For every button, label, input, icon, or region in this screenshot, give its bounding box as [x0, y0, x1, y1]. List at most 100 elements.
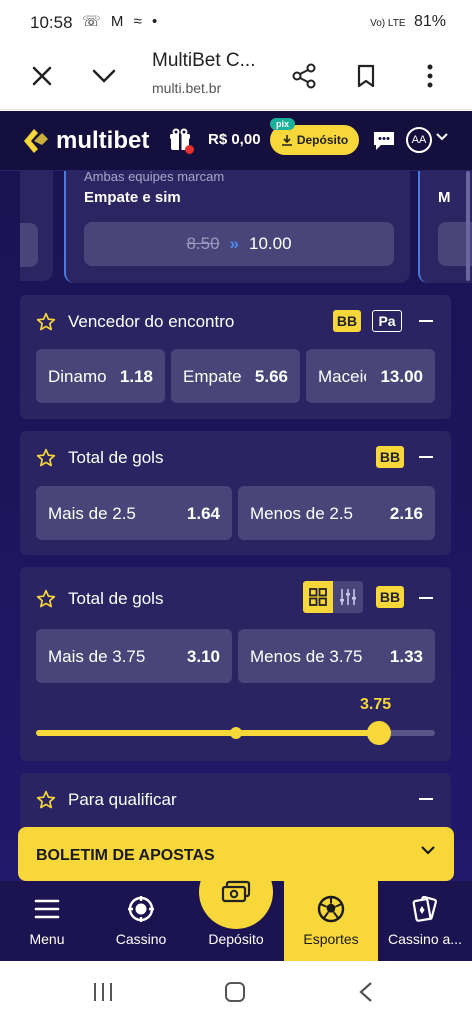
share-icon	[292, 63, 316, 89]
outcome-button[interactable]: Maceió 13.00	[306, 349, 435, 403]
market-panel: Total de gols BB Mais de 2.5 1.64 Menos …	[20, 431, 451, 555]
carousel-card-prev[interactable]	[20, 171, 53, 281]
outcome-name: Empate	[183, 367, 242, 386]
star-icon[interactable]	[36, 448, 56, 468]
outcome-button[interactable]: Empate 5.66	[171, 349, 300, 403]
slider-step-marker[interactable]	[229, 727, 242, 739]
back-icon[interactable]	[358, 981, 374, 1003]
grid-icon	[309, 588, 327, 606]
market-header[interactable]: Total de gols	[36, 448, 163, 468]
money-icon	[221, 880, 251, 903]
bookmark-icon	[357, 64, 375, 88]
market-header[interactable]: Total de gols	[36, 589, 163, 609]
cards-icon	[412, 895, 438, 922]
status-bar: 10:58 ☏ M ≈ • Vo) LTE 81%	[0, 0, 472, 46]
battery-level: 81%	[413, 13, 446, 30]
bookmark-button[interactable]	[344, 54, 388, 98]
brand-logo[interactable]: multibet	[20, 125, 149, 157]
page-title: MultiBet C...	[152, 50, 256, 71]
collapse-button[interactable]	[419, 456, 433, 458]
star-icon[interactable]	[36, 589, 56, 609]
browser-toolbar: MultiBet C... multi.bet.br	[0, 46, 472, 110]
nav-menu[interactable]: Menu	[0, 881, 94, 961]
carousel-card-next[interactable]: M	[418, 171, 472, 283]
close-tab-button[interactable]	[20, 54, 64, 98]
more-options-button[interactable]	[408, 54, 452, 98]
network-label: Vo) LTE	[370, 18, 406, 29]
outcome-odd: 1.64	[186, 504, 220, 523]
app-header: multibet R$ 0,00 Depósito pix AA	[0, 111, 472, 171]
outcome-name: Menos de 2.5	[250, 504, 354, 523]
collapse-button[interactable]	[419, 320, 433, 322]
user-avatar[interactable]: AA	[406, 127, 432, 153]
nav-cassino[interactable]: Cassino	[94, 881, 188, 961]
soccer-ball-icon	[317, 895, 345, 923]
chevron-down-icon[interactable]	[436, 133, 448, 141]
nav-esportes[interactable]: Esportes	[284, 881, 378, 961]
outcome-name: Mais de 3.75	[48, 647, 146, 666]
slider-view-button[interactable]	[333, 581, 363, 613]
status-time: 10:58	[30, 13, 73, 32]
page-url[interactable]: multi.bet.br	[152, 80, 221, 96]
brand-name: multibet	[56, 127, 150, 154]
deposit-fab[interactable]	[199, 855, 273, 929]
outcome-odd: 5.66	[254, 367, 288, 386]
casino-chip-icon	[128, 896, 154, 922]
promotions-button[interactable]	[168, 128, 194, 154]
collapse-button[interactable]	[419, 798, 433, 800]
page-scrollbar[interactable]	[466, 171, 470, 281]
nav-label: Cassino a...	[388, 931, 462, 947]
outcome-name: Mais de 2.5	[48, 504, 136, 523]
market-header[interactable]: Para qualificar	[36, 790, 177, 810]
market-title: Para qualificar	[68, 790, 177, 809]
goal-line-slider[interactable]	[36, 721, 435, 745]
share-button[interactable]	[282, 54, 326, 98]
star-icon[interactable]	[36, 312, 56, 332]
outcome-button[interactable]: Mais de 2.5 1.64	[36, 486, 232, 540]
outcome-button[interactable]: Menos de 2.5 2.16	[238, 486, 435, 540]
nav-label: Depósito	[208, 931, 264, 947]
collapse-button[interactable]	[419, 597, 433, 599]
bet-builder-badge[interactable]: BB	[376, 586, 404, 608]
carousel-market-label: Ambas equipes marcam	[84, 169, 225, 184]
nav-label: Menu	[29, 931, 65, 947]
bet-builder-badge[interactable]: BB	[333, 310, 361, 332]
nav-label: Esportes	[303, 931, 359, 947]
outcome-name: Maceió	[318, 367, 366, 386]
balance-amount[interactable]: R$ 0,00	[208, 131, 261, 148]
outcome-button[interactable]: Menos de 3.75 1.33	[238, 629, 435, 683]
market-title: Total de gols	[68, 589, 164, 608]
chevron-down-icon	[421, 846, 435, 855]
slider-handle[interactable]	[367, 721, 392, 745]
bottom-navigation: Menu Cassino Depósito Esportes Cassino a…	[0, 855, 472, 961]
chat-button[interactable]	[372, 128, 396, 152]
outcome-button[interactable]: Mais de 3.75 3.10	[36, 629, 232, 683]
market-header[interactable]: Vencedor do encontro	[36, 312, 234, 332]
boosted-odd-button[interactable]: 8.50 » 10.00	[84, 222, 394, 266]
pix-badge: pix	[270, 118, 296, 130]
outcome-button[interactable]: Dinamo 1.18	[36, 349, 165, 403]
more-vert-icon	[427, 64, 433, 88]
close-icon	[32, 66, 52, 86]
nav-cassino-ao-vivo[interactable]: Cassino a...	[378, 881, 472, 961]
outcome-odd: 1.18	[119, 367, 153, 386]
star-icon[interactable]	[36, 790, 56, 810]
recents-icon[interactable]	[92, 981, 114, 1003]
pa-badge[interactable]: Pa	[372, 310, 402, 332]
home-icon[interactable]	[224, 981, 246, 1003]
outcome-odd: 3.10	[186, 647, 220, 666]
outcome-odd: 13.00	[380, 367, 423, 386]
system-navigation-bar	[0, 961, 472, 1024]
slider-value-label: 3.75	[360, 696, 392, 713]
carousel-odd-stub[interactable]	[20, 223, 38, 267]
system-indicators: Vo) LTE 81%	[370, 13, 446, 31]
grid-view-button[interactable]	[303, 581, 333, 613]
sliders-icon	[340, 589, 356, 605]
bet-builder-badge[interactable]: BB	[376, 446, 404, 468]
chat-icon	[374, 132, 394, 150]
nav-label: Cassino	[115, 931, 167, 947]
market-title: Total de gols	[68, 448, 164, 467]
expand-button[interactable]	[82, 54, 126, 98]
carousel-next-label: M	[438, 189, 451, 206]
new-odd: 10.00	[249, 234, 292, 253]
